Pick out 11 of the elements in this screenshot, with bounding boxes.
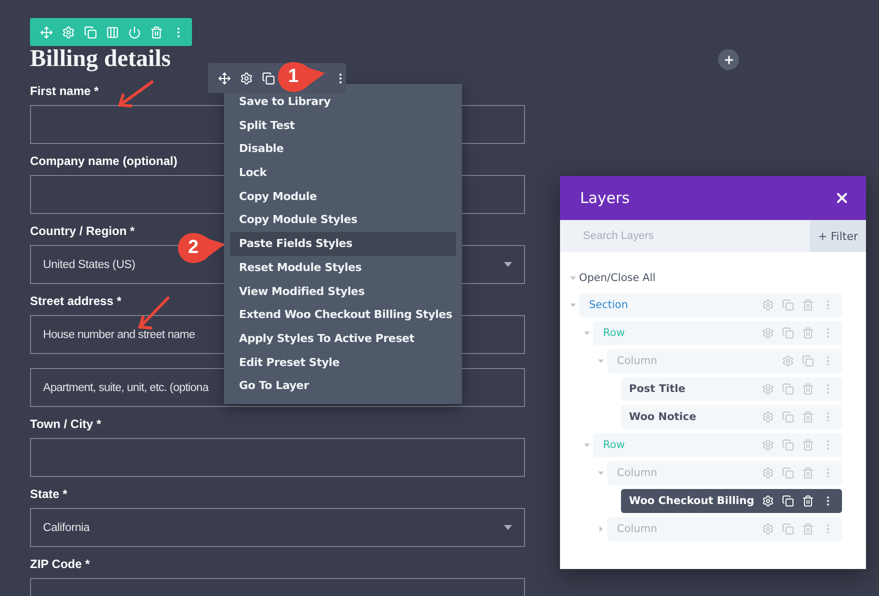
- step-badge: 2: [178, 233, 226, 263]
- field-label: Street address *: [30, 294, 122, 308]
- form-heading: Billing details: [30, 46, 172, 72]
- panel-title: Layers: [580, 189, 630, 207]
- field-label: First name *: [30, 84, 100, 98]
- field-label: Company name (optional): [30, 154, 178, 168]
- field-label: Country / Region *: [30, 224, 136, 238]
- step-badge: 1: [278, 62, 326, 92]
- field-label: State *: [30, 487, 68, 501]
- field-label: ZIP Code *: [30, 557, 91, 571]
- field-label: Town / City *: [30, 417, 102, 431]
